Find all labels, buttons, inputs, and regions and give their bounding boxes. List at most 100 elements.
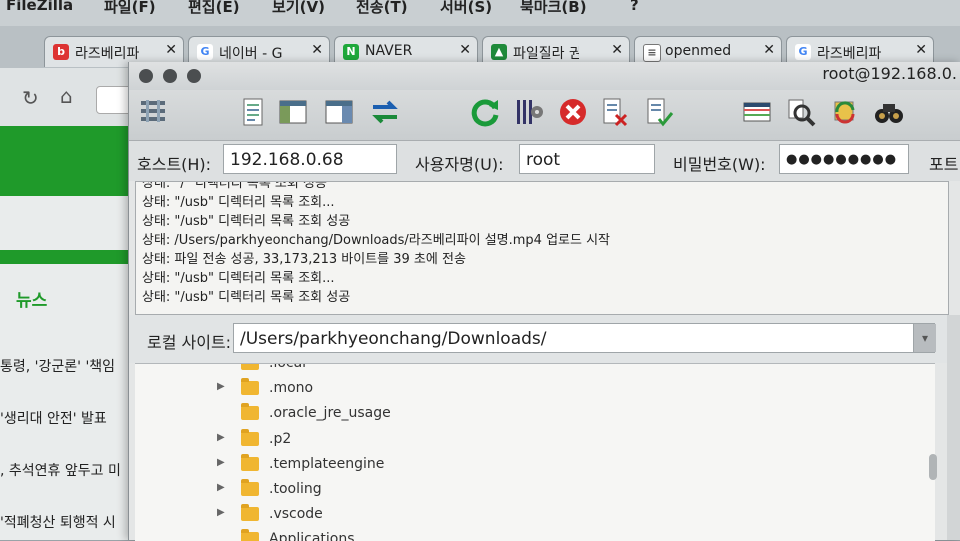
username-label: 사용자명(U):	[415, 155, 504, 174]
menu-transfer[interactable]: 전송(T)	[356, 0, 408, 17]
close-icon[interactable]: ✕	[611, 42, 623, 58]
tab-label: openmed	[665, 43, 731, 59]
folder-icon	[241, 364, 259, 370]
cancel-icon[interactable]	[557, 96, 589, 128]
search-icon[interactable]	[873, 96, 905, 128]
local-tree-icon[interactable]	[277, 96, 309, 128]
password-label: 비밀번호(W):	[673, 155, 766, 174]
message-log-icon[interactable]	[237, 96, 269, 128]
process-queue-icon[interactable]	[513, 96, 545, 128]
host-label: 호스트(H):	[137, 155, 212, 174]
zoom-window-button[interactable]	[187, 69, 201, 83]
folder-icon	[241, 378, 259, 395]
log-line: 상태: "/" 디렉터리 목록 조회 성공	[142, 181, 327, 191]
minimize-window-button[interactable]	[163, 69, 177, 83]
local-path-field[interactable]: /Users/parkhyeonchang/Downloads/	[233, 323, 935, 353]
reconnect-icon[interactable]	[643, 96, 675, 128]
dir-compare-icon[interactable]	[785, 96, 817, 128]
directory-listing-filter-icon[interactable]	[741, 96, 773, 128]
refresh-icon[interactable]	[469, 96, 501, 128]
google-icon: G	[795, 44, 811, 60]
filezilla-window: root@192.168.0. 호스트(H): 192.168.0.68 사용자…	[128, 62, 960, 541]
headline[interactable]: , 추석연휴 앞두고 미	[0, 460, 121, 480]
folder-icon	[241, 429, 259, 446]
close-icon[interactable]: ✕	[915, 42, 927, 58]
menu-bookmarks[interactable]: 북마크(B)	[520, 0, 587, 17]
password-field[interactable]: ●●●●●●●●●	[779, 144, 909, 174]
close-window-button[interactable]	[139, 69, 153, 83]
window-titlebar: root@192.168.0.	[129, 62, 960, 90]
doc-icon: ≡	[643, 44, 661, 62]
log-line: 상태: "/usb" 디렉터리 목록 조회...	[142, 195, 335, 210]
naver-n-icon: N	[343, 44, 359, 60]
close-icon[interactable]: ✕	[311, 42, 323, 58]
expand-arrow-icon[interactable]: ▶	[217, 381, 225, 392]
expand-arrow-icon[interactable]: ▶	[217, 457, 225, 468]
headline[interactable]: '적폐청산 퇴행적 시	[0, 512, 116, 532]
tab-label: 라즈베리파	[817, 46, 882, 62]
expand-arrow-icon[interactable]: ▶	[217, 507, 225, 518]
naver-nav-band	[0, 250, 135, 264]
transfer-queue-icon[interactable]	[369, 96, 401, 128]
message-log: 상태: "/" 디렉터리 목록 조회 성공 상태: "/usb" 디렉터리 목록…	[135, 181, 949, 315]
tree-scrollbar[interactable]	[929, 454, 937, 480]
naver-blog-icon: b	[53, 44, 69, 60]
port-label: 포트	[929, 155, 959, 174]
reload-icon[interactable]: ↻	[22, 86, 39, 110]
tree-row[interactable]: ▶ .templateengine	[135, 453, 915, 477]
close-icon[interactable]: ✕	[763, 42, 775, 58]
google-icon: G	[197, 44, 213, 60]
close-icon[interactable]: ✕	[459, 42, 471, 58]
folder-icon	[241, 454, 259, 471]
menu-server[interactable]: 서버(S)	[440, 0, 492, 17]
log-line: 상태: "/usb" 디렉터리 목록 조회...	[142, 271, 335, 286]
tab-label: 파일질라 권	[513, 46, 579, 62]
menu-view[interactable]: 보기(V)	[272, 0, 325, 17]
tree-row[interactable]: ▶ .tooling	[135, 478, 915, 502]
tab-label: 네이버 - G	[219, 46, 283, 62]
tree-row[interactable]: ▶ .p2	[135, 428, 915, 452]
folder-name: .tooling	[269, 481, 322, 497]
folder-icon	[241, 403, 259, 420]
tab-label: NAVER	[365, 43, 413, 59]
local-site-bar: 로컬 사이트: /Users/parkhyeonchang/Downloads/…	[129, 315, 960, 363]
tree-row[interactable]: .oracle_jre_usage	[135, 402, 915, 426]
main-toolbar	[129, 90, 960, 141]
remote-tree-icon[interactable]	[323, 96, 355, 128]
expand-arrow-icon[interactable]: ▶	[217, 432, 225, 443]
tree-row[interactable]: Applications	[135, 528, 915, 541]
site-manager-icon[interactable]	[137, 96, 169, 128]
disconnect-icon[interactable]	[599, 96, 631, 128]
cap-icon: ▲	[491, 44, 507, 60]
menu-edit[interactable]: 편집(E)	[188, 0, 240, 17]
folder-name: .local	[269, 363, 307, 371]
local-directory-tree: .local ▶ .mono .oracle_jre_usage ▶ .p2 ▶…	[135, 363, 935, 541]
host-field[interactable]: 192.168.0.68	[223, 144, 397, 174]
news-tab[interactable]: 뉴스	[16, 286, 47, 311]
menu-help[interactable]: ?	[630, 0, 639, 14]
headline[interactable]: 통령, '강군론' '책임	[0, 356, 115, 376]
window-title: root@192.168.0.	[822, 64, 957, 83]
app-menu[interactable]: FileZilla	[6, 0, 73, 14]
username-field[interactable]: root	[519, 144, 655, 174]
folder-icon	[241, 479, 259, 496]
sync-browsing-icon[interactable]	[829, 96, 861, 128]
log-line: 상태: "/usb" 디렉터리 목록 조회 성공	[142, 214, 351, 229]
folder-name: .mono	[269, 380, 314, 396]
expand-arrow-icon[interactable]: ▶	[217, 482, 225, 493]
headline[interactable]: '생리대 안전' 발표	[0, 408, 107, 428]
folder-name: .templateengine	[269, 456, 385, 472]
tree-row[interactable]: ▶ .vscode	[135, 503, 915, 527]
folder-name: .p2	[269, 431, 292, 447]
home-icon[interactable]: ⌂	[60, 84, 73, 108]
close-icon[interactable]: ✕	[165, 42, 177, 58]
log-line: 상태: 파일 전송 성공, 33,173,213 바이트를 39 초에 전송	[142, 252, 466, 267]
tree-row[interactable]: .local	[135, 363, 915, 376]
naver-header-band	[0, 126, 135, 196]
local-site-label: 로컬 사이트:	[147, 333, 232, 352]
menu-file[interactable]: 파일(F)	[104, 0, 156, 17]
folder-icon	[241, 504, 259, 521]
remote-pane-edge	[947, 315, 960, 540]
chevron-down-icon[interactable]: ▾	[913, 324, 936, 352]
tree-row[interactable]: ▶ .mono	[135, 377, 915, 401]
